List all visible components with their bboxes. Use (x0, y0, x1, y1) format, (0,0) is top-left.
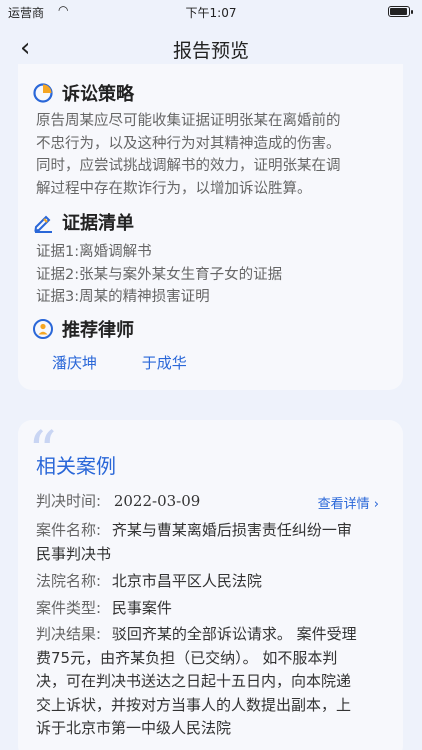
lawyer-title: 推荐律师 (62, 320, 134, 341)
evidence-section-header: 证据清单 (32, 210, 134, 234)
evidence-list: 证据1:离婚调解书 证据2:张某与案外某女生育子女的证据 证据3:周某的精神损害… (36, 241, 391, 309)
result-value: 驳回齐某的全部诉讼请求。 案件受理 (111, 625, 357, 643)
lawyer-name-link[interactable]: 于成华 (142, 354, 187, 372)
evidence-title: 证据清单 (62, 213, 134, 234)
report-card: 诉讼策略 原告周某应尽可能收集证据证明张某在离婚前的 不忠行为，以及这种行为对其… (18, 64, 403, 390)
strategy-title: 诉讼策略 (62, 84, 134, 105)
result-value-line: 费75元，由齐某负担（已交纳）。 如不服本判 (36, 648, 338, 667)
pie-chart-icon (32, 82, 54, 104)
case-type-value: 民事案件 (111, 599, 172, 617)
case-type-row: 案件类型: 民事案件 (36, 597, 396, 621)
strategy-text: 原告周某应尽可能收集证据证明张某在离婚前的 不忠行为，以及这种行为对其精神造成的… (36, 110, 391, 200)
case-name-value: 齐某与曹某离婚后损害责任纠纷一审 (111, 521, 352, 539)
related-cases-card: “ 相关案例 查看详情 › 判决时间: 2022-03-09 案件名称: 齐某与… (18, 420, 403, 750)
battery-icon (388, 6, 413, 17)
status-time: 下午1:07 (185, 6, 237, 20)
result-value-line: 决，可在判决书送达之日起十五日内，向本院递 (36, 672, 352, 690)
court-value: 北京市昌平区人民法院 (111, 572, 262, 590)
list-item: 证据3:周某的精神损害证明 (36, 289, 210, 305)
judgment-date-label: 判决时间: (36, 492, 102, 510)
strategy-line: 原告周某应尽可能收集证据证明张某在离婚前的 (36, 113, 341, 129)
list-item: 证据1:离婚调解书 (36, 244, 152, 260)
page-title: 报告预览 (172, 40, 249, 62)
case-name-label: 案件名称: (36, 521, 102, 539)
lawyer-name-link[interactable]: 潘庆坤 (52, 354, 97, 372)
lawyer-avatar-icon (32, 318, 54, 340)
case-name-value-cont: 民事判决书 (36, 544, 112, 563)
strategy-line: 同时，应尝试挑战调解书的效力，证明张某在调 (36, 158, 341, 174)
cases-title: 相关案例 (36, 454, 116, 478)
court-row: 法院名称: 北京市昌平区人民法院 (36, 570, 396, 594)
edit-pen-icon (32, 211, 54, 233)
strategy-line: 解过程中存在欺诈行为，以增加诉讼胜算。 (36, 180, 312, 197)
list-item: 证据2:张某与案外某女生育子女的证据 (36, 266, 283, 283)
strategy-line: 不忠行为，以及这种行为对其精神造成的伤害。 (36, 135, 341, 152)
strategy-section-header: 诉讼策略 (32, 81, 134, 105)
court-label: 法院名称: (36, 572, 102, 590)
result-row: 判决结果: 驳回齐某的全部诉讼请求。 案件受理 费75元，由齐某负担（已交纳）。… (36, 623, 396, 741)
lawyer-section-header: 推荐律师 (32, 317, 134, 341)
result-value-line: 交上诉状，并按对方当事人的人数提出副本，上 (36, 695, 352, 714)
result-value-line: 诉于北京市第一中级人民法院 (36, 719, 232, 737)
status-bar: 运营商 ◠ 下午1:07 (0, 0, 422, 24)
result-label: 判决结果: (36, 625, 102, 643)
judgment-date-value: 2022-03-09 (113, 492, 201, 510)
judgment-date-row: 判决时间: 2022-03-09 (36, 490, 396, 514)
case-type-label: 案件类型: (36, 599, 102, 617)
lawyer-list: 潘庆坤 于成华 (52, 352, 227, 373)
case-name-row: 案件名称: 齐某与曹某离婚后损害责任纠纷一审 民事判决书 (36, 519, 396, 566)
